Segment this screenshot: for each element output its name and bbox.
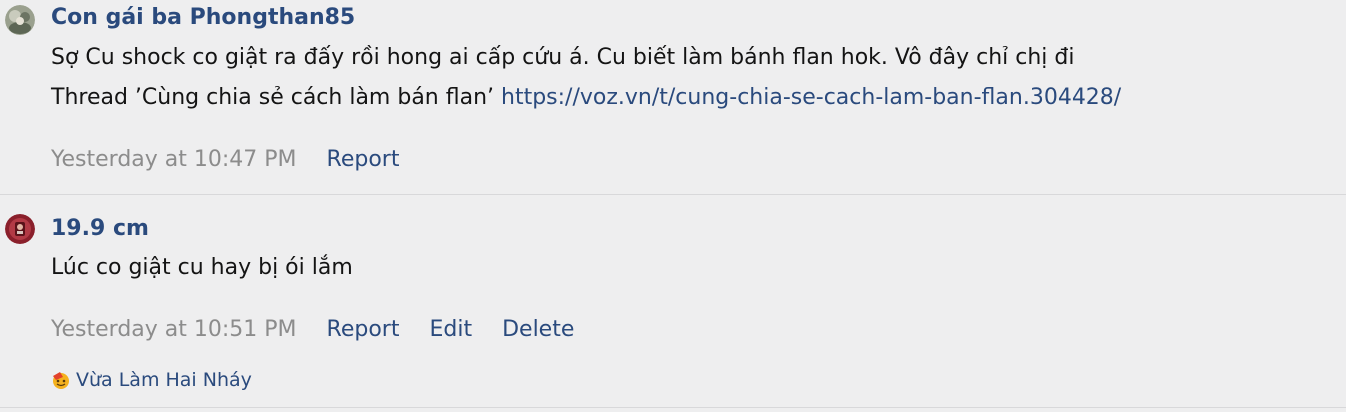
username-link[interactable]: Con gái ba Phongthan85 — [51, 5, 355, 30]
comment-text: Sợ Cu shock co giật ra đấy rồi hong ai c… — [51, 38, 1121, 118]
reaction-emoji-icon — [51, 370, 71, 390]
thread-reference-text: Thread ’Cùng chia sẻ cách làm bán flan’ — [51, 85, 502, 110]
comment-actions: Yesterday at 10:47 PM Report — [51, 147, 422, 172]
comment-text-line: Lúc co giật cu hay bị ói lắm — [51, 255, 353, 280]
comment-item: 19.9 cm Lúc co giật cu hay bị ói lắm Yes… — [0, 196, 1346, 408]
reaction-summary[interactable]: Vừa Làm Hai Nháy — [51, 369, 252, 391]
username-link[interactable]: 19.9 cm — [51, 216, 149, 241]
report-link[interactable]: Report — [327, 147, 400, 172]
thread-link[interactable]: https://voz.vn/t/cung-chia-se-cach-lam-b… — [501, 85, 1121, 110]
user-avatar[interactable] — [5, 214, 35, 244]
edit-link[interactable]: Edit — [429, 317, 472, 342]
comment-timestamp[interactable]: Yesterday at 10:51 PM — [51, 317, 297, 342]
comment-text-line: Sợ Cu shock co giật ra đấy rồi hong ai c… — [51, 45, 1075, 70]
report-link[interactable]: Report — [327, 317, 400, 342]
user-avatar[interactable] — [5, 5, 35, 35]
reaction-label: Vừa Làm Hai Nháy — [76, 369, 252, 391]
delete-link[interactable]: Delete — [502, 317, 574, 342]
avatar-image-icon — [5, 5, 35, 35]
avatar-image-icon — [5, 214, 35, 244]
comment-text: Lúc co giật cu hay bị ói lắm — [51, 248, 353, 288]
comment-timestamp[interactable]: Yesterday at 10:47 PM — [51, 147, 297, 172]
comment-text-line: Thread ’Cùng chia sẻ cách làm bán flan’ … — [51, 78, 1121, 118]
comment-actions: Yesterday at 10:51 PM Report Edit Delete — [51, 317, 597, 342]
comment-item: Con gái ba Phongthan85 Sợ Cu shock co gi… — [0, 0, 1346, 195]
